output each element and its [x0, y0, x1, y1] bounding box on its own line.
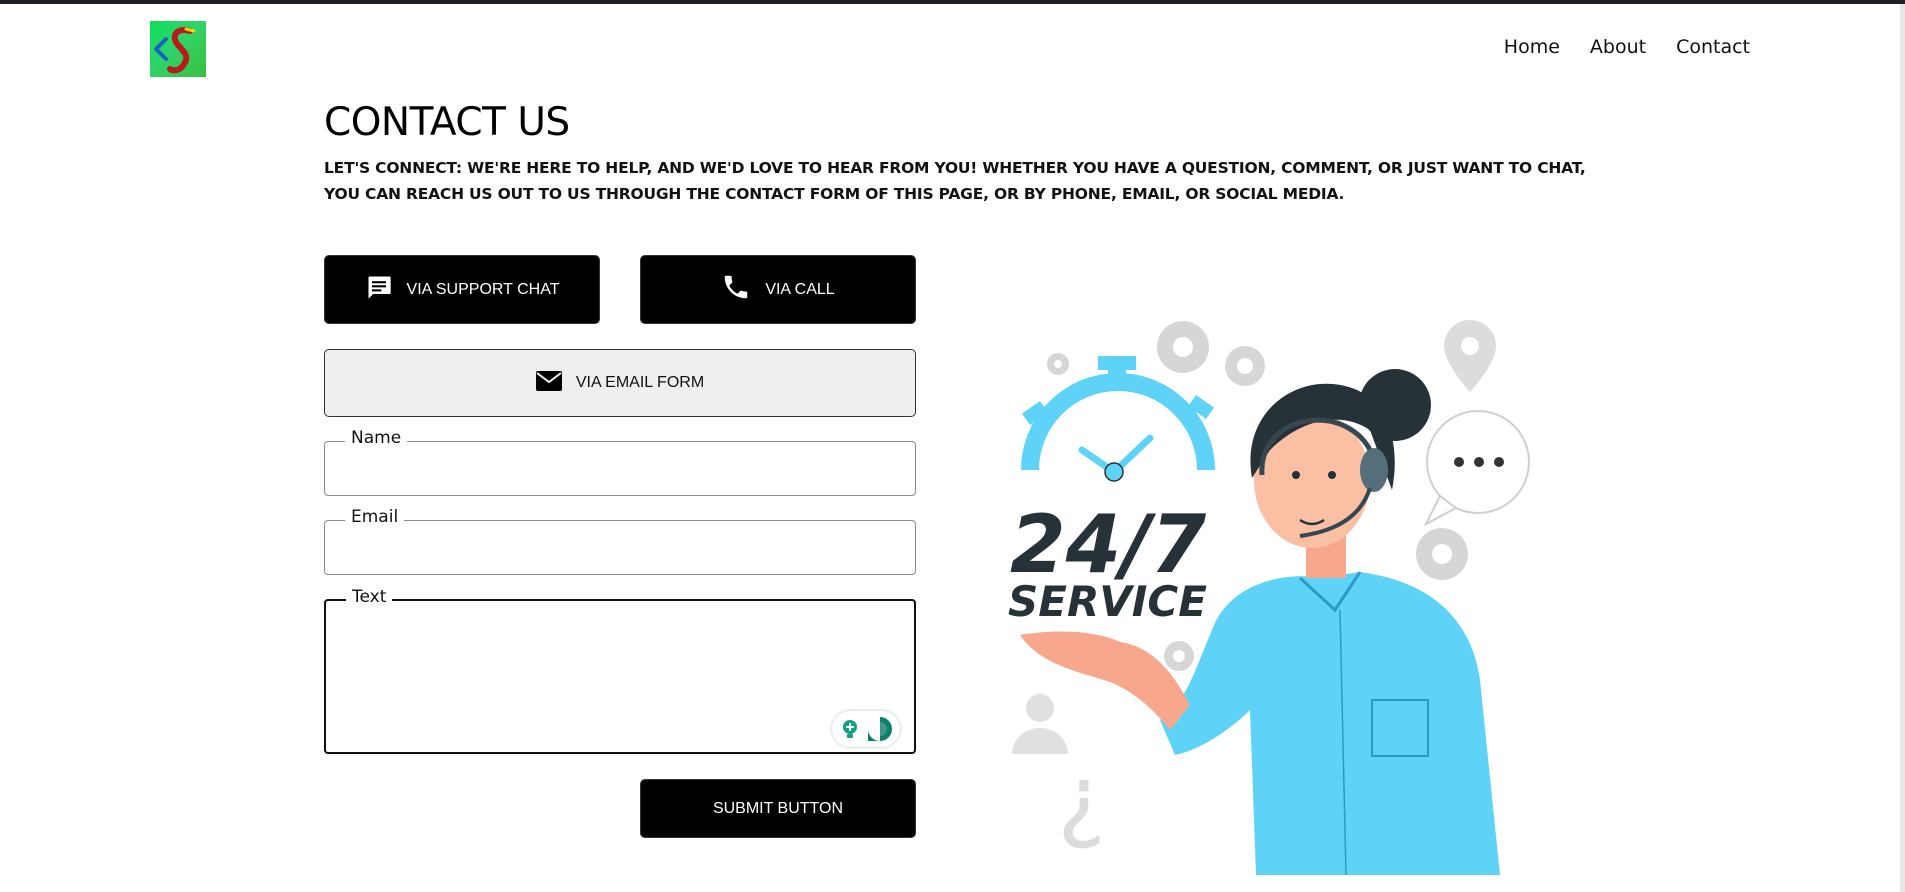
headline-service: SERVICE	[1008, 577, 1207, 626]
gear-icon	[1416, 528, 1468, 580]
location-pin-icon	[1444, 320, 1496, 392]
message-textarea[interactable]: Text	[324, 587, 916, 754]
message-field-label: Text	[346, 587, 393, 607]
call-button[interactable]: VIA CALL	[640, 255, 916, 324]
gear-icon	[1225, 346, 1265, 386]
email-form-button[interactable]: VIA EMAIL FORM	[324, 349, 916, 417]
support-chat-button[interactable]: VIA SUPPORT CHAT	[324, 255, 600, 324]
logo-icon[interactable]	[150, 21, 206, 77]
nav-about[interactable]: About	[1590, 36, 1646, 58]
gear-icon	[1157, 321, 1209, 373]
support-chat-label: VIA SUPPORT CHAT	[406, 280, 560, 298]
question-mark-icon: ?	[1057, 758, 1106, 865]
envelope-icon	[535, 370, 562, 396]
phone-icon	[721, 272, 751, 307]
customer-service-illustration: 24/7 SERVICE ?	[1008, 320, 1530, 876]
scrollbar[interactable]	[1900, 4, 1905, 892]
page-title: CONTACT US	[324, 100, 570, 145]
main-nav: Home About Contact	[1504, 36, 1750, 58]
stopwatch-icon	[1021, 356, 1215, 482]
name-field-label: Name	[345, 428, 408, 448]
nav-home[interactable]: Home	[1504, 36, 1560, 58]
name-field[interactable]: Name	[324, 428, 916, 496]
gear-icon	[1047, 353, 1069, 375]
chat-bubble-icon	[365, 273, 393, 306]
user-icon	[1012, 694, 1068, 754]
window-top-strip	[0, 0, 1905, 4]
call-label: VIA CALL	[765, 280, 835, 298]
gear-icon	[1164, 641, 1194, 671]
nav-contact[interactable]: Contact	[1676, 36, 1750, 58]
speech-bubble-icon	[1423, 410, 1530, 527]
page-subtitle: LET'S CONNECT: WE'RE HERE TO HELP, AND W…	[324, 159, 1586, 203]
submit-button[interactable]: SUBMIT BUTTON	[640, 779, 916, 838]
email-form-label: VIA EMAIL FORM	[575, 374, 705, 391]
email-field[interactable]: Email	[324, 507, 916, 575]
email-field-label: Email	[345, 507, 405, 527]
grammarly-icon[interactable]	[832, 711, 900, 747]
